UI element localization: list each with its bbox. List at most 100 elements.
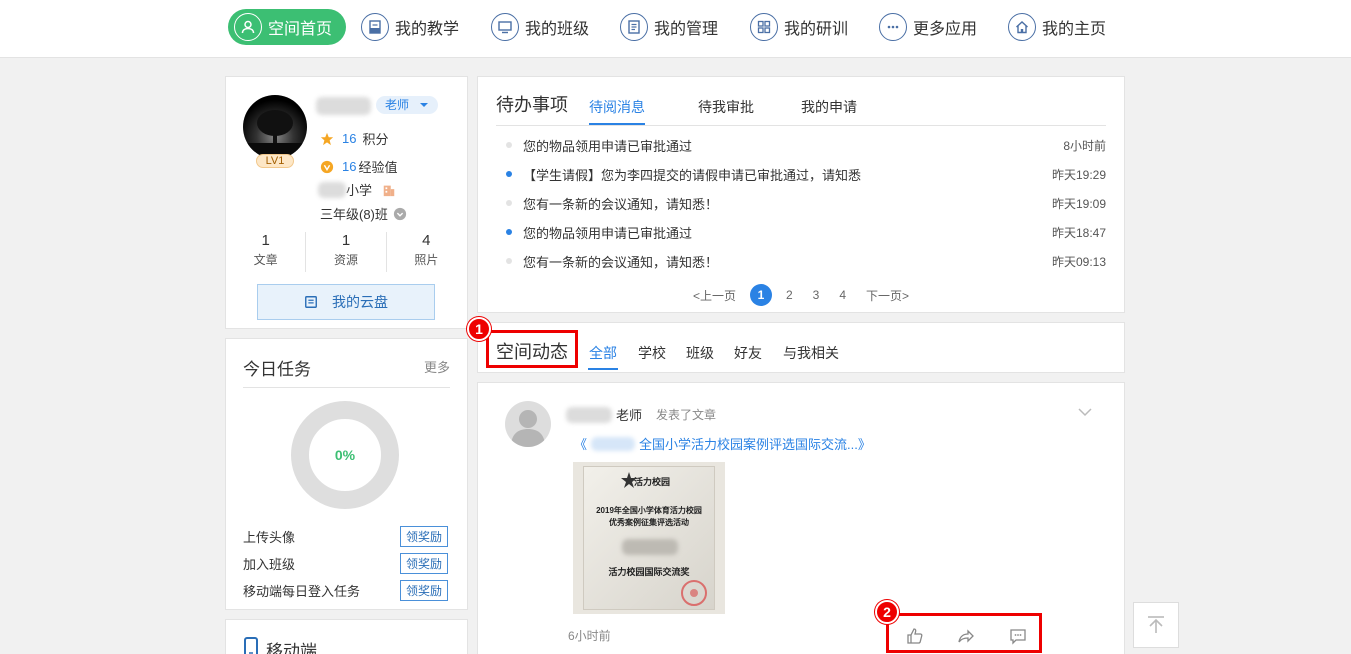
back-to-top-button[interactable] — [1133, 602, 1179, 648]
post-action-text: 发表了文章 — [656, 408, 717, 422]
task-item: 加入班级 领奖励 — [243, 552, 448, 574]
claim-reward-button[interactable]: 领奖励 — [399, 525, 448, 547]
message-text: 您有一条新的会议通知，请知悉！ — [523, 254, 719, 270]
share-arrow-icon[interactable] — [957, 627, 975, 645]
tab-my-applications[interactable]: 我的申请 — [801, 97, 857, 117]
task-progress-ring: 0% — [291, 401, 399, 509]
unread-dot — [506, 229, 512, 235]
blurred-username — [316, 97, 371, 115]
count-photos[interactable]: 4 照片 — [387, 232, 466, 272]
count-articles[interactable]: 1 文章 — [226, 232, 307, 272]
task-name: 移动端每日登入任务 — [243, 583, 361, 599]
page-button[interactable]: 2 — [786, 288, 793, 302]
annotation-marker-2: 2 — [875, 600, 899, 624]
nav-label: 我的教学 — [395, 21, 460, 38]
tab-feed-related[interactable]: 与我相关 — [783, 343, 839, 363]
task-name: 上传头像 — [243, 529, 296, 545]
post-author-avatar[interactable] — [505, 401, 551, 447]
medal-icon — [320, 160, 334, 173]
role-dropdown[interactable]: 老师 — [376, 96, 438, 114]
message-item[interactable]: 您有一条新的会议通知，请知悉！ 昨天19:09 — [506, 193, 1106, 213]
message-item[interactable]: 您有一条新的会议通知，请知悉！ 昨天09:13 — [506, 251, 1106, 271]
task-progress-label: 0% — [334, 447, 356, 463]
message-item[interactable]: 您的物品领用申请已审批通过 8小时前 — [506, 135, 1106, 155]
nav-label: 我的班级 — [525, 21, 590, 38]
count-label: 照片 — [414, 253, 439, 267]
message-item[interactable]: 【学生请假】您为李四提交的请假申请已审批通过，请知悉 昨天19:29 — [506, 164, 1106, 184]
highlight-box — [486, 330, 578, 368]
points-label: 积分 — [362, 132, 389, 147]
message-text: 您有一条新的会议通知，请知悉！ — [523, 196, 719, 212]
tab-feed-class[interactable]: 班级 — [686, 343, 714, 363]
post-card: 老师 发表了文章 《 全国小学活力校园案例评选国际交流...》 活力校园 201… — [477, 382, 1125, 654]
tab-unread-messages[interactable]: 待阅消息 — [589, 97, 645, 117]
claim-reward-button[interactable]: 领奖励 — [399, 579, 448, 601]
nav-label: 我的研训 — [784, 21, 849, 38]
blurred-certificate-name — [622, 539, 678, 555]
count-value: 4 — [422, 232, 431, 249]
todo-panel: 待办事项 待阅消息 待我审批 我的申请 您的物品领用申请已审批通过 8小时前 【… — [477, 76, 1125, 313]
mobile-phone-icon — [244, 637, 258, 654]
claim-reward-button[interactable]: 领奖励 — [399, 552, 448, 574]
page-button[interactable]: 4 — [839, 288, 846, 302]
count-value: 1 — [341, 232, 351, 249]
post-author-suffix[interactable]: 老师 — [616, 405, 642, 424]
message-time: 昨天19:09 — [1051, 196, 1106, 211]
prev-page-button[interactable]: <上一页 — [693, 287, 736, 304]
class-row[interactable]: 三年级(8)班 — [320, 204, 407, 223]
page-button[interactable]: 3 — [813, 288, 820, 302]
count-value: 1 — [261, 232, 270, 249]
my-cloud-disk-button[interactable]: 我的云盘 — [257, 284, 435, 320]
points-row: 16 积分 — [320, 129, 388, 148]
tab-feed-friends[interactable]: 好友 — [734, 343, 762, 363]
school-row: 小学 — [318, 180, 396, 199]
nav-label: 空间首页 — [268, 21, 333, 38]
task-item: 上传头像 领奖励 — [243, 525, 448, 547]
tab-feed-all[interactable]: 全部 — [589, 343, 617, 363]
exp-label: 经验值 — [358, 160, 398, 175]
school-suffix: 小学 — [346, 183, 373, 198]
points-value: 16 — [342, 131, 357, 146]
blurred-link-text — [591, 436, 636, 451]
tasks-title: 今日任务 — [243, 360, 311, 379]
nav-my-homepage[interactable]: 我的主页 — [1008, 9, 1106, 45]
message-text: 您的物品领用申请已审批通过 — [523, 138, 693, 154]
next-page-button[interactable]: 下一页> — [866, 287, 909, 304]
nav-my-training[interactable]: 我的研训 — [750, 9, 848, 45]
post-article-link[interactable]: 《 全国小学活力校园案例评选国际交流...》 — [574, 434, 871, 453]
exp-value: 16 — [342, 159, 357, 174]
avatar[interactable] — [243, 95, 307, 159]
grid-icon — [750, 13, 778, 41]
nav-my-class[interactable]: 我的班级 — [491, 9, 589, 45]
message-item[interactable]: 您的物品领用申请已审批通过 昨天18:47 — [506, 222, 1106, 242]
tab-pending-approval[interactable]: 待我审批 — [698, 97, 754, 117]
count-resources[interactable]: 1 资源 — [306, 232, 387, 272]
annotation-marker-1: 1 — [467, 317, 491, 341]
chevron-down-icon[interactable] — [1078, 405, 1092, 419]
nav-space-home[interactable]: 空间首页 — [228, 9, 347, 45]
message-text: 您的物品领用申请已审批通过 — [523, 225, 693, 241]
like-thumbs-up-icon[interactable] — [906, 627, 924, 645]
profile-counts: 1 文章 1 资源 4 照片 — [226, 232, 466, 272]
post-author-line: 老师 发表了文章 — [566, 405, 716, 424]
todo-title: 待办事项 — [496, 95, 568, 115]
star-icon — [320, 132, 334, 145]
tasks-more-link[interactable]: 更多 — [424, 357, 450, 376]
tab-feed-school[interactable]: 学校 — [638, 343, 666, 363]
read-dot — [506, 200, 512, 206]
certificate-line1: 2019年全国小学体育活力校园 — [596, 506, 702, 515]
today-tasks-panel: 今日任务 更多 0% 上传头像 领奖励 加入班级 领奖励 移动端每日登入任务 领… — [225, 338, 468, 610]
chevron-down-icon — [393, 207, 407, 220]
nav-my-teaching[interactable]: 我的教学 — [361, 9, 459, 45]
page-button-current[interactable]: 1 — [749, 284, 772, 306]
nav-label: 我的主页 — [1042, 21, 1107, 38]
unread-dot — [506, 171, 512, 177]
arrow-up-icon — [1148, 616, 1164, 633]
post-image-certificate[interactable]: 活力校园 2019年全国小学体育活力校园 优秀案例征集评选活动 活力校园国际交流… — [573, 462, 725, 614]
comment-bubble-icon[interactable] — [1009, 627, 1027, 645]
user-icon — [234, 13, 262, 41]
class-name: 三年级(8)班 — [320, 207, 388, 222]
nav-my-management[interactable]: 我的管理 — [620, 9, 718, 45]
certificate-award: 活力校园国际交流奖 — [608, 567, 690, 577]
nav-more-apps[interactable]: 更多应用 — [879, 9, 977, 45]
